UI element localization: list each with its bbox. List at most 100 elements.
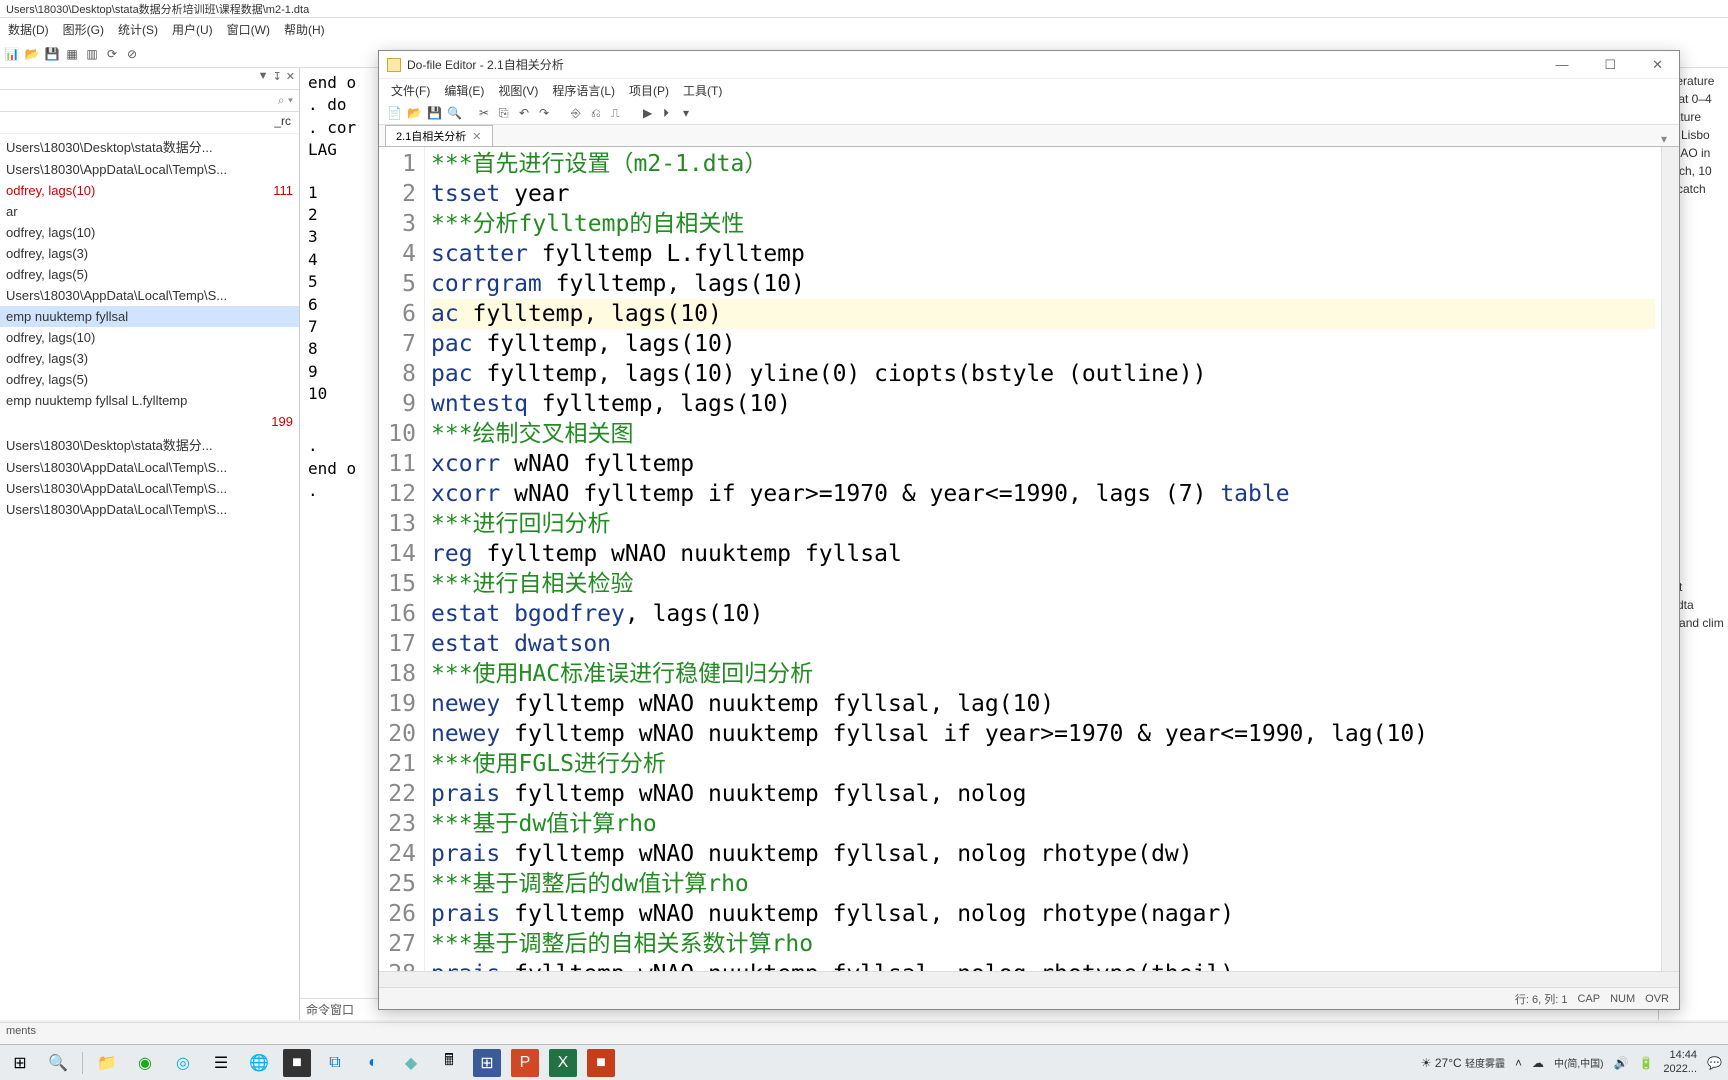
excel-icon[interactable]: X — [549, 1049, 577, 1077]
menu-item[interactable]: 项目(P) — [625, 80, 673, 101]
code-line[interactable]: ***基于dw值计算rho — [431, 809, 1655, 839]
dofile-tabbar[interactable]: 2.1自相关分析 ✕ ▾ — [379, 125, 1679, 147]
dofile-tab[interactable]: 2.1自相关分析 ✕ — [385, 125, 493, 146]
code-line[interactable]: pac fylltemp, lags(10) — [431, 329, 1655, 359]
close-button[interactable]: ✕ — [1644, 55, 1671, 75]
maximize-button[interactable]: ☐ — [1596, 55, 1624, 75]
stata-icon[interactable]: ⊞ — [473, 1049, 501, 1077]
history-filter[interactable]: ⌕ ▾ — [0, 90, 299, 112]
tab-scroll-icon[interactable]: ▾ — [1655, 132, 1673, 146]
powerpoint-icon[interactable]: P — [511, 1049, 539, 1077]
history-item[interactable]: odfrey, lags(5) — [0, 264, 299, 285]
history-item[interactable]: odfrey, lags(10) — [0, 222, 299, 243]
windows-taskbar[interactable]: ⊞ 🔍 📁 ◉ ◎ ☰ 🌐 ■ ⧉ ◐ ◆ 🖩 ⊞ P X ■ ☀ 27°C 轻… — [0, 1044, 1728, 1080]
app-icon-2[interactable]: ◆ — [397, 1049, 425, 1077]
menu-item[interactable]: 工具(T) — [679, 80, 726, 101]
app-icon-3[interactable]: ■ — [587, 1049, 615, 1077]
code-line[interactable]: reg fylltemp wNAO nuuktemp fyllsal — [431, 539, 1655, 569]
open-icon[interactable]: 📂 — [24, 46, 40, 62]
history-item[interactable]: Users\18030\AppData\Local\Temp\S... — [0, 457, 299, 478]
chart-icon[interactable]: 📊 — [4, 46, 20, 62]
menu-item[interactable]: 图形(G) — [59, 19, 108, 40]
tray-chevron-icon[interactable]: ˄ — [1515, 1056, 1522, 1070]
code-line[interactable]: xcorr wNAO fylltemp — [431, 449, 1655, 479]
horizontal-scrollbar[interactable] — [379, 971, 1679, 987]
main-menubar[interactable]: 数据(D)图形(G)统计(S)用户(U)窗口(W)帮助(H) — [0, 18, 1728, 40]
volume-icon[interactable]: 🔊 — [1614, 1056, 1629, 1070]
minimize-button[interactable]: — — [1547, 55, 1576, 75]
history-item[interactable]: odfrey, lags(3) — [0, 348, 299, 369]
dofile-toolbar[interactable]: 📄 📂 💾 🔍 ✂ ⎘ ↶ ↷ ⎆ ⎌ ⎍ ▶ ⏵ ▾ — [379, 101, 1679, 125]
code-line[interactable]: ***进行回归分析 — [431, 509, 1655, 539]
code-line[interactable]: prais fylltemp wNAO nuuktemp fyllsal nol… — [431, 959, 1655, 971]
onedrive-icon[interactable]: ☁ — [1532, 1056, 1544, 1070]
dofile-menubar[interactable]: 文件(F) 编辑(E) 视图(V) 程序语言(L) 项目(P) 工具(T) — [379, 79, 1679, 101]
run-icon[interactable]: ▶ — [643, 106, 657, 120]
bookmark-next-icon[interactable]: ⎍ — [611, 106, 625, 120]
clock[interactable]: 14:44 2022... — [1663, 1049, 1697, 1075]
history-item[interactable]: odfrey, lags(5) — [0, 369, 299, 390]
code-line[interactable]: prais fylltemp wNAO nuuktemp fyllsal, no… — [431, 779, 1655, 809]
explorer-icon[interactable]: 📁 — [93, 1049, 121, 1077]
undo-icon[interactable]: ↶ — [519, 106, 533, 120]
cut-icon[interactable]: ✂ — [479, 106, 493, 120]
history-list[interactable]: Users\18030\Desktop\stata数据分...Users\180… — [0, 134, 299, 1020]
search-button[interactable]: 🔍 — [44, 1049, 72, 1077]
code-line[interactable]: ***使用HAC标准误进行稳健回归分析 — [431, 659, 1655, 689]
tab-close-icon[interactable]: ✕ — [472, 130, 481, 143]
code-line[interactable]: newey fylltemp wNAO nuuktemp fyllsal if … — [431, 719, 1655, 749]
grid-icon[interactable]: ▥ — [84, 46, 100, 62]
history-item[interactable]: emp nuuktemp fyllsal L.fylltemp — [0, 390, 299, 411]
vertical-scrollbar[interactable] — [1661, 147, 1679, 971]
new-icon[interactable]: 📄 — [387, 106, 401, 120]
save-icon[interactable]: 💾 — [427, 106, 441, 120]
code-line[interactable]: ***基于调整后的自相关系数计算rho — [431, 929, 1655, 959]
menu-item[interactable]: 程序语言(L) — [548, 80, 619, 101]
taskview-icon[interactable]: ☰ — [207, 1049, 235, 1077]
history-item[interactable]: Users\18030\AppData\Local\Temp\S... — [0, 478, 299, 499]
history-item[interactable]: odfrey, lags(3) — [0, 243, 299, 264]
notifications-icon[interactable]: 💬 — [1707, 1056, 1722, 1070]
code-line[interactable]: wntestq fylltemp, lags(10) — [431, 389, 1655, 419]
store-icon[interactable]: ⧉ — [321, 1049, 349, 1077]
ime-indicator[interactable]: 中(简,中国) — [1554, 1055, 1603, 1070]
stop-icon[interactable]: ⊘ — [124, 46, 140, 62]
bookmark-prev-icon[interactable]: ⎌ — [591, 106, 605, 120]
search-icon[interactable]: 🔍 — [447, 106, 461, 120]
dofile-window[interactable]: Do-file Editor - 2.1自相关分析 — ☐ ✕ 文件(F)编辑(… — [378, 50, 1680, 1010]
menu-item[interactable]: 文件(F) — [387, 80, 434, 101]
code-line[interactable]: ***使用FGLS进行分析 — [431, 749, 1655, 779]
code-line[interactable]: ***绘制交叉相关图 — [431, 419, 1655, 449]
save-icon[interactable]: 💾 — [44, 46, 60, 62]
code-line[interactable]: ***首先进行设置（m2-1.dta） — [431, 149, 1655, 179]
code-line[interactable]: ac fylltemp, lags(10) — [431, 299, 1655, 329]
history-item[interactable]: emp nuuktemp fyllsal — [0, 306, 299, 327]
dropdown-icon[interactable]: ⌕ ▾ — [278, 93, 293, 108]
menu-item[interactable]: 编辑(E) — [440, 80, 488, 101]
skype-icon[interactable]: ◎ — [169, 1049, 197, 1077]
code-line[interactable]: pac fylltemp, lags(10) yline(0) ciopts(b… — [431, 359, 1655, 389]
menu-item[interactable]: 窗口(W) — [223, 19, 274, 40]
battery-icon[interactable]: 🔋 — [1638, 1056, 1653, 1070]
pin-icon[interactable]: ↧ — [273, 70, 282, 87]
code-line[interactable]: scatter fylltemp L.fylltemp — [431, 239, 1655, 269]
menu-item[interactable]: 视图(V) — [494, 80, 542, 101]
code-line[interactable]: xcorr wNAO fylltemp if year>=1970 & year… — [431, 479, 1655, 509]
code-line[interactable]: estat bgodfrey, lags(10) — [431, 599, 1655, 629]
app-icon-1[interactable]: ■ — [283, 1049, 311, 1077]
history-item[interactable]: Users\18030\AppData\Local\Temp\S... — [0, 499, 299, 520]
edge-icon[interactable]: ◐ — [359, 1049, 387, 1077]
execute-icon[interactable]: ⏵ — [663, 106, 677, 120]
redo-icon[interactable]: ↷ — [539, 106, 553, 120]
code-line[interactable]: newey fylltemp wNAO nuuktemp fyllsal, la… — [431, 689, 1655, 719]
code-line[interactable]: ***基于调整后的dw值计算rho — [431, 869, 1655, 899]
history-item[interactable]: odfrey, lags(10)111 — [0, 180, 299, 201]
browse-icon[interactable]: ▦ — [64, 46, 80, 62]
close-panel-icon[interactable]: ✕ — [286, 70, 295, 87]
code-line[interactable]: prais fylltemp wNAO nuuktemp fyllsal, no… — [431, 839, 1655, 869]
history-item[interactable]: Users\18030\AppData\Local\Temp\S... — [0, 159, 299, 180]
chrome-icon[interactable]: 🌐 — [245, 1049, 273, 1077]
history-item[interactable]: odfrey, lags(10) — [0, 327, 299, 348]
menu-item[interactable]: 统计(S) — [114, 19, 162, 40]
weather-widget[interactable]: ☀ 27°C 轻度雾霾 — [1421, 1055, 1505, 1070]
